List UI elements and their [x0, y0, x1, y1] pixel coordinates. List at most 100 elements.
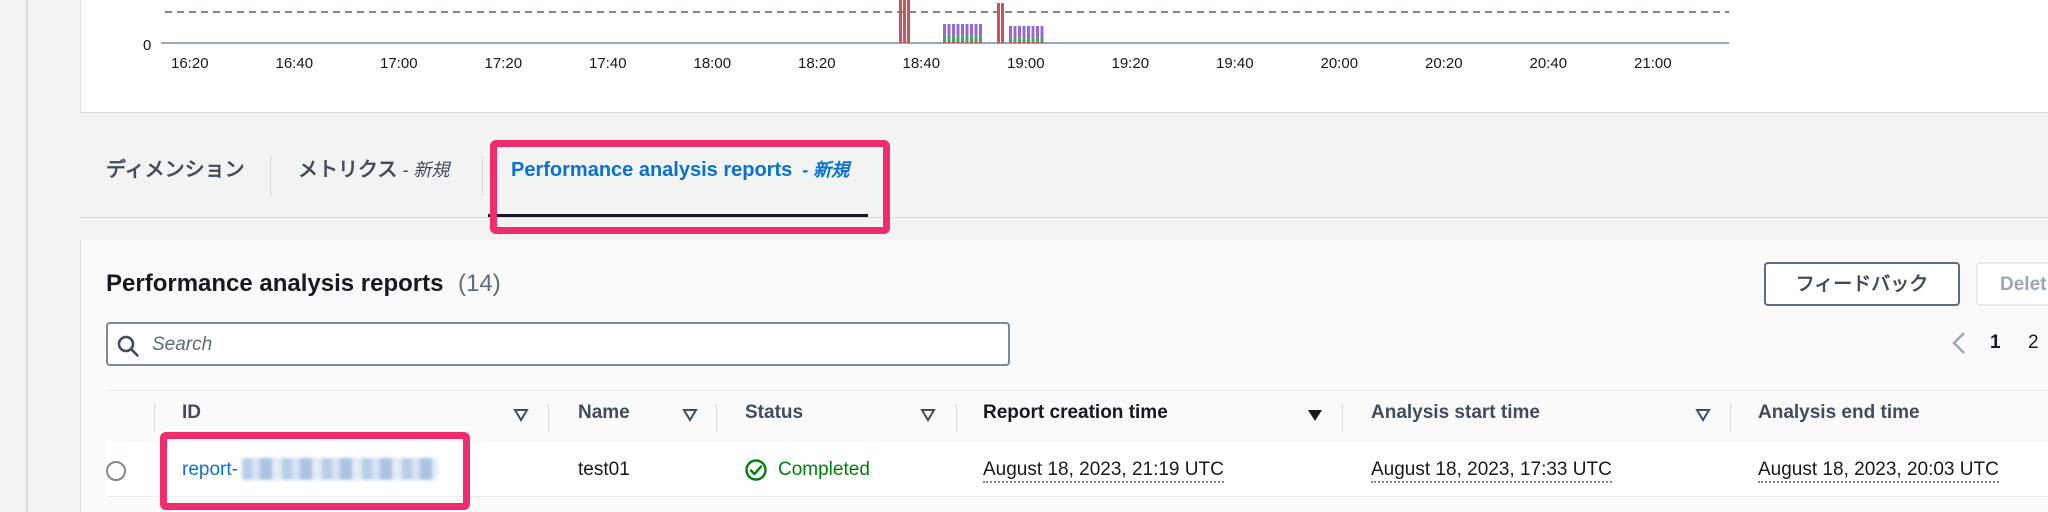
activity-bar [961, 36, 964, 41]
tab-metrics-new-tag: - 新規 [397, 160, 450, 180]
analysis-start-time-text: August 18, 2023, 17:33 UTC [1371, 459, 1612, 483]
column-divider [716, 404, 717, 432]
x-tick-label: 16:40 [276, 55, 314, 72]
tabs-baseline [80, 217, 2048, 218]
tab-bar: ディメンション メトリクス - 新規 Performance analysis … [80, 140, 2048, 220]
y-tick-label: 0 [143, 37, 151, 54]
x-tick-label: 18:40 [903, 55, 941, 72]
activity-bar [1036, 37, 1039, 41]
search-input[interactable] [150, 326, 994, 364]
column-header-analysis-end-time[interactable]: Analysis end time [1758, 402, 1920, 424]
reports-count: (14) [458, 270, 501, 297]
x-tick-label: 18:20 [798, 55, 836, 72]
activity-bar [1027, 37, 1030, 41]
report-creation-time-value: August 18, 2023, 21:19 UTC [983, 459, 1224, 483]
delete-button[interactable]: Delet [1976, 262, 2048, 306]
activity-bar [1031, 26, 1035, 37]
activity-bar [952, 24, 955, 36]
x-tick-label: 21:00 [1634, 55, 1672, 72]
activity-bar [943, 24, 946, 36]
activity-bar [1022, 26, 1026, 37]
row-select-radio[interactable] [106, 461, 126, 481]
activity-bar [907, 0, 910, 43]
tab-dimension[interactable]: ディメンション [106, 140, 245, 200]
tab-metrics-label: メトリクス [298, 159, 398, 181]
activity-bar [974, 24, 978, 36]
report-creation-time-text: August 18, 2023, 21:19 UTC [983, 459, 1224, 483]
activity-bar [1018, 26, 1021, 37]
activity-bar [1009, 37, 1012, 41]
check-circle-icon [745, 459, 767, 481]
sort-filter-icon[interactable] [682, 408, 698, 422]
highlight-box-report-id [160, 432, 470, 510]
activity-bar [903, 0, 906, 43]
sort-filter-icon[interactable] [1695, 408, 1711, 422]
activity-bar [1009, 26, 1012, 37]
x-tick-label: 20:20 [1425, 55, 1463, 72]
column-divider [1342, 404, 1343, 432]
report-name: test01 [578, 459, 630, 480]
feedback-button[interactable]: フィードバック [1764, 262, 1960, 306]
tab-dimension-label: ディメンション [106, 159, 245, 181]
activity-bar [1027, 26, 1030, 37]
activity-bar [1018, 37, 1021, 41]
activity-bar [1040, 26, 1044, 37]
activity-bar [956, 24, 960, 36]
x-tick-label: 19:00 [1007, 55, 1045, 72]
left-gutter [0, 0, 28, 512]
status-completed: Completed [778, 459, 870, 480]
activity-chart: 0 16:20 16:40 17:00 17:20 17:40 18:00 18:20 18:4… [143, 0, 1729, 72]
analysis-start-time-value: August 18, 2023, 17:33 UTC [1371, 459, 1612, 483]
sort-descending-icon[interactable] [1307, 408, 1323, 422]
column-divider [956, 404, 957, 432]
chart-panel: 0 16:20 16:40 17:00 17:20 17:40 18:00 18:20 18:4… [80, 0, 2048, 113]
analysis-end-time-value: August 18, 2023, 20:03 UTC [1758, 459, 1999, 483]
sort-filter-icon[interactable] [513, 408, 529, 422]
tab-metrics[interactable]: メトリクス - 新規 [298, 140, 449, 200]
x-tick-label: 16:20 [171, 55, 209, 72]
x-tick-label: 17:20 [485, 55, 523, 72]
activity-bar [965, 36, 969, 41]
x-tick-label: 18:00 [694, 55, 732, 72]
column-divider [154, 404, 155, 432]
x-tick-label: 20:00 [1321, 55, 1359, 72]
activity-bar [1022, 37, 1026, 41]
tab-divider [270, 156, 271, 196]
activity-bar [899, 0, 902, 43]
column-header-id[interactable]: ID [182, 402, 201, 424]
sort-filter-icon[interactable] [920, 408, 936, 422]
highlight-box-tab [490, 140, 890, 234]
chevron-left-icon[interactable] [1950, 330, 1968, 356]
activity-bar [1013, 26, 1017, 37]
x-tick-label: 17:40 [589, 55, 627, 72]
column-header-analysis-start-time[interactable]: Analysis start time [1371, 402, 1540, 424]
activity-bar [943, 36, 946, 41]
column-header-status[interactable]: Status [745, 402, 803, 424]
search-icon [117, 335, 139, 357]
activity-bar [965, 24, 969, 36]
activity-bar [1013, 37, 1017, 41]
activity-bar [1031, 37, 1035, 41]
tab-divider [482, 156, 483, 196]
activity-bar [961, 24, 964, 36]
activity-bar [1036, 26, 1039, 37]
column-header-name[interactable]: Name [578, 402, 630, 424]
activity-bar [997, 3, 1000, 43]
activity-bar [947, 36, 951, 41]
activity-bar [970, 36, 973, 41]
activity-bar [956, 36, 960, 41]
activity-bar [952, 36, 955, 41]
x-tick-label: 17:00 [380, 55, 418, 72]
column-divider [548, 404, 549, 432]
activity-bar [970, 24, 973, 36]
activity-bar [974, 36, 978, 41]
page-number-2[interactable]: 2 [2028, 332, 2039, 354]
x-tick-label: 20:40 [1530, 55, 1568, 72]
analysis-end-time-text: August 18, 2023, 20:03 UTC [1758, 459, 1999, 483]
activity-bar [947, 24, 951, 36]
page-number-current[interactable]: 1 [1990, 332, 2001, 354]
column-header-report-creation-time[interactable]: Report creation time [983, 402, 1168, 424]
activity-bar [1001, 3, 1004, 43]
reports-title: Performance analysis reports [106, 270, 444, 297]
column-divider [1730, 404, 1731, 432]
